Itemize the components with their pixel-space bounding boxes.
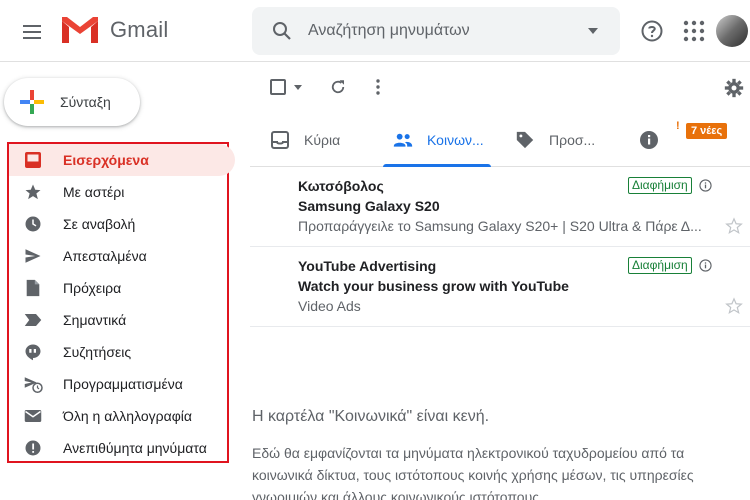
star-icon (23, 182, 43, 202)
search-input[interactable] (308, 22, 568, 40)
top-bar: Gmail (0, 0, 750, 62)
sidebar-item-scheduled[interactable]: Προγραμματισμένα (9, 368, 183, 400)
ad-badge: Διαφήμιση (628, 257, 692, 274)
clock-icon (23, 214, 43, 234)
info-icon (640, 130, 658, 149)
gmail-logo[interactable]: Gmail (60, 15, 168, 45)
spam-icon (23, 438, 43, 458)
sidebar-item-label: Όλη η αλληλογραφία (63, 408, 192, 424)
compose-plus-icon (20, 90, 44, 114)
empty-state-description: Εδώ θα εμφανίζονται τα μηνύματα ηλεκτρον… (252, 445, 694, 500)
gmail-m-icon (62, 17, 98, 43)
sidebar-item-label: Προγραμματισμένα (63, 376, 183, 392)
empty-state-title: Η καρτέλα "Κοινωνικά" είναι κενή. (252, 408, 490, 425)
sidebar-item-label: Εισερχόμενα (63, 152, 149, 168)
star-outline-icon[interactable] (725, 297, 743, 315)
tab-updates[interactable] (639, 112, 673, 167)
ad-info-icon[interactable] (699, 179, 712, 192)
search-icon[interactable] (270, 19, 294, 43)
compose-button[interactable]: Σύνταξη (4, 78, 140, 126)
refresh-icon[interactable] (329, 78, 347, 96)
app-name: Gmail (110, 17, 169, 42)
star-outline-icon[interactable] (725, 217, 743, 235)
mail-subject: Watch your business grow with YouTube (298, 278, 569, 294)
sidebar-item-all-mail[interactable]: Όλη η αλληλογραφία (9, 400, 192, 432)
help-icon[interactable] (640, 19, 664, 43)
draft-icon (23, 278, 43, 298)
inbox-icon (23, 150, 43, 170)
tab-label: Προσ... (549, 131, 596, 148)
sidebar-item-inbox[interactable]: Εισερχόμενα (9, 144, 235, 176)
more-vert-icon[interactable] (369, 78, 387, 96)
mail-subject: Samsung Galaxy S20 (298, 198, 440, 214)
tab-primary[interactable]: Κύρια (270, 112, 340, 167)
sidebar-item-label: Σημαντικά (63, 312, 127, 328)
people-icon (393, 133, 413, 147)
sidebar-item-important[interactable]: Σημαντικά (9, 304, 126, 336)
tab-promotions[interactable]: Προσ... (515, 112, 595, 167)
tag-icon (516, 131, 534, 148)
sidebar-item-label: Σε αναβολή (63, 216, 136, 232)
sidebar-item-label: Απεσταλμένα (63, 248, 147, 264)
search-options-icon[interactable] (588, 28, 598, 34)
ad-badge: Διαφήμιση (628, 177, 692, 194)
tab-label: Κοινων... (427, 131, 484, 148)
mail-snippet: Προπαράγγειλε το Samsung Galaxy S20+ | S… (298, 218, 702, 234)
account-avatar[interactable] (716, 15, 748, 47)
sidebar-item-spam[interactable]: Ανεπιθύμητα μηνύματα (9, 432, 207, 464)
search-bar[interactable] (252, 7, 620, 55)
sidebar-item-snoozed[interactable]: Σε αναβολή (9, 208, 135, 240)
category-tabs: Κύρια Κοινων... Προσ... ! 7 νέες (250, 112, 750, 167)
new-badge-alert: ! (676, 120, 680, 132)
mail-icon (23, 406, 43, 426)
mail-sender: YouTube Advertising (298, 258, 437, 274)
sidebar-item-sent[interactable]: Απεσταλμένα (9, 240, 147, 272)
mail-snippet: Video Ads (298, 298, 361, 314)
ad-info-icon[interactable] (699, 259, 712, 272)
main-menu-icon[interactable] (20, 20, 44, 44)
sidebar-item-drafts[interactable]: Πρόχειρα (9, 272, 121, 304)
tab-label: Κύρια (304, 131, 341, 148)
sidebar-item-chats[interactable]: Συζητήσεις (9, 336, 131, 368)
mail-sender: Κωτσόβολος (298, 178, 384, 194)
sidebar-item-label: Συζητήσεις (63, 344, 132, 360)
tab-social[interactable]: Κοινων... (393, 112, 484, 167)
sidebar-item-label: Πρόχειρα (63, 280, 122, 296)
sidebar-item-label: Με αστέρι (63, 184, 125, 200)
new-messages-badge: 7 νέες (686, 123, 728, 139)
label-important-icon (23, 310, 43, 330)
select-options-icon[interactable] (294, 85, 302, 90)
compose-label: Σύνταξη (60, 94, 111, 110)
sidebar-nav: Εισερχόμενα Με αστέρι Σε αναβολή Απεσταλ… (7, 142, 235, 464)
sidebar-item-starred[interactable]: Με αστέρι (9, 176, 124, 208)
sidebar-item-label: Ανεπιθύμητα μηνύματα (63, 440, 207, 456)
settings-gear-icon[interactable] (724, 78, 744, 98)
select-all-checkbox[interactable] (270, 79, 286, 95)
mail-row[interactable]: Κωτσόβολος Samsung Galaxy S20 Προπαράγγε… (250, 167, 750, 247)
apps-grid-icon[interactable] (683, 20, 705, 42)
scheduled-send-icon (23, 374, 43, 394)
mail-row[interactable]: YouTube Advertising Watch your business … (250, 247, 750, 327)
inbox-tab-icon (271, 130, 289, 149)
chat-icon (23, 342, 43, 362)
send-icon (23, 246, 43, 266)
